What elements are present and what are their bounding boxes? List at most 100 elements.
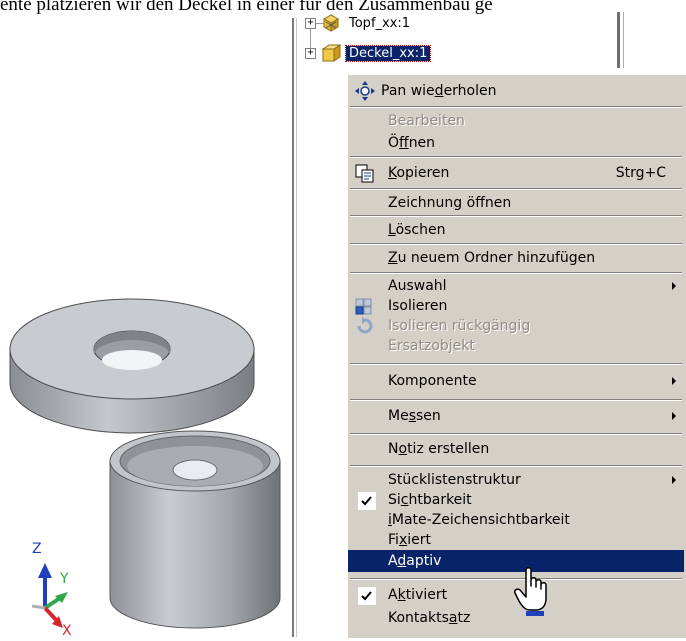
label-part: fnen xyxy=(408,135,436,151)
label-part: öschen xyxy=(395,222,446,238)
menu-item-bom-structure[interactable]: Stücklistenstruktur xyxy=(348,470,684,490)
hand-cursor-icon xyxy=(514,567,547,616)
menu-item-label: Fixiert xyxy=(388,532,431,548)
menu-item-edit: Bearbeiten xyxy=(348,110,684,132)
axis-y-label: Y xyxy=(59,571,69,587)
menu-item-measure[interactable]: Messen xyxy=(348,403,684,429)
tree-connector xyxy=(316,23,324,24)
menu-item-delete[interactable]: Löschen xyxy=(348,219,684,241)
menu-item-copy[interactable]: Kopieren Strg+C xyxy=(348,160,684,186)
menu-item-label: Adaptiv xyxy=(388,553,441,569)
label-part: opieren xyxy=(396,165,450,181)
menu-item-fixed[interactable]: Fixiert xyxy=(348,530,684,550)
context-menu: Pan wiederholen Bearbeiten Öffnen Kopier… xyxy=(347,74,686,638)
label-part: iert xyxy=(407,532,431,548)
menu-item-selection[interactable]: Auswahl xyxy=(348,276,684,296)
menu-separator xyxy=(350,188,682,190)
copy-icon xyxy=(355,164,374,183)
menu-separator xyxy=(350,433,682,435)
menu-item-label: Isolieren xyxy=(388,298,448,314)
menu-item-label: Zu neuem Ordner hinzufügen xyxy=(388,250,595,266)
label-mnemonic: L xyxy=(388,222,396,238)
menu-item-label: Stücklistenstruktur xyxy=(388,472,521,488)
menu-item-label: Löschen xyxy=(388,222,445,238)
coordinate-triad: Z Y X xyxy=(31,541,72,639)
label-mnemonic: d xyxy=(397,553,407,569)
label-mnemonic: o xyxy=(398,441,408,457)
tree-item-label: Topf_xx:1 xyxy=(349,15,411,31)
menu-separator xyxy=(350,465,682,467)
menu-item-label: Ersatzobjekt xyxy=(388,338,475,354)
model-view-svg: Z Y X xyxy=(9,298,281,639)
label-part: erholen xyxy=(443,83,497,99)
label-part: Kontakts xyxy=(388,610,449,626)
menu-item-label: Sichtbarkeit xyxy=(388,492,472,508)
menu-separator xyxy=(350,156,682,158)
menu-separator xyxy=(350,272,682,274)
expand-toggle[interactable]: + xyxy=(305,47,316,59)
pane-divider-highlight xyxy=(296,18,297,637)
submenu-arrow-icon xyxy=(672,412,676,420)
pane-divider[interactable] xyxy=(292,18,294,637)
label-mnemonic: x xyxy=(398,532,408,548)
menu-item-undo-isolate: Isolieren rückgängig xyxy=(348,316,684,336)
menu-item-label: Messen xyxy=(388,408,441,424)
label-mnemonic: d xyxy=(434,83,444,99)
menu-item-add-to-folder[interactable]: Zu neuem Ordner hinzufügen xyxy=(348,247,684,269)
menu-separator xyxy=(350,399,682,401)
undo-isolate-icon xyxy=(357,317,373,334)
tree-item-topf[interactable]: + Topf_xx:1 xyxy=(305,12,413,34)
label-part: A xyxy=(388,553,398,569)
label-part: aptiv xyxy=(406,553,442,569)
pot-model[interactable] xyxy=(109,430,281,629)
label-part: u neuem Ordner hinzufügen xyxy=(397,250,596,266)
label-part: Pan wie xyxy=(381,83,435,99)
menu-item-visibility[interactable]: Sichtbarkeit xyxy=(348,490,684,510)
label-part: tz xyxy=(457,610,471,626)
tree-item-deckel[interactable]: + Deckel_xx:1 xyxy=(305,42,432,64)
menu-item-open[interactable]: Öffnen xyxy=(348,132,684,154)
menu-item-label: Komponente xyxy=(388,373,477,389)
menu-item-imate-visibility[interactable]: iMate-Zeichensichtbarkeit xyxy=(348,510,684,530)
menu-separator xyxy=(350,363,682,365)
menu-item-label: Auswahl xyxy=(388,278,447,294)
menu-item-create-note[interactable]: Notiz erstellen xyxy=(348,436,684,462)
lid-model[interactable] xyxy=(9,298,255,434)
menu-item-label: iMate-Zeichensichtbarkeit xyxy=(388,512,570,528)
checkmark-icon xyxy=(358,492,376,510)
label-part: Si xyxy=(388,492,401,508)
model-browser-tree: + Topf_xx:1 + Deckel_xx:1 xyxy=(305,12,625,74)
submenu-arrow-icon xyxy=(672,282,676,290)
menu-item-shortcut: Strg+C xyxy=(615,165,666,181)
label-part: Ö xyxy=(388,135,400,151)
checkmark-icon xyxy=(358,587,376,605)
menu-item-label: Zeichnung öffnen xyxy=(388,195,511,211)
label-part: öffnen xyxy=(462,195,512,211)
label-part: Me xyxy=(388,408,409,424)
label-part: sen xyxy=(416,408,441,424)
menu-item-pan-repeat[interactable]: Pan wiederholen xyxy=(348,77,684,105)
graphics-viewport[interactable]: Z Y X xyxy=(0,18,292,639)
browser-scroll-edge xyxy=(617,12,620,68)
label-part: Zeichnun xyxy=(388,195,454,211)
submenu-arrow-icon xyxy=(672,476,676,484)
isolate-icon xyxy=(355,298,372,315)
browser-scroll-edge-light xyxy=(623,12,624,68)
menu-item-label: Kopieren xyxy=(388,165,449,181)
label-mnemonic: s xyxy=(408,408,416,424)
label-mnemonic: k xyxy=(397,587,406,603)
label-part: tiviert xyxy=(405,587,448,603)
menu-item-label: Isolieren rückgängig xyxy=(388,318,531,334)
menu-item-component[interactable]: Komponente xyxy=(348,368,684,394)
label-part: Fi xyxy=(388,532,399,548)
menu-item-open-drawing[interactable]: Zeichnung öffnen xyxy=(348,192,684,214)
tree-item-label: Deckel_xx:1 xyxy=(344,44,432,62)
label-part: Mate-Zeichensichtbarkeit xyxy=(391,512,570,528)
menu-item-isolate[interactable]: Isolieren xyxy=(348,296,684,316)
label-mnemonic: g xyxy=(453,195,463,211)
menu-item-label: Notiz erstellen xyxy=(388,441,489,457)
expand-toggle[interactable]: + xyxy=(305,17,316,29)
menu-item-label: Pan wiederholen xyxy=(381,83,497,99)
menu-item-label: Aktiviert xyxy=(388,587,447,603)
axis-z-label: Z xyxy=(32,541,42,557)
